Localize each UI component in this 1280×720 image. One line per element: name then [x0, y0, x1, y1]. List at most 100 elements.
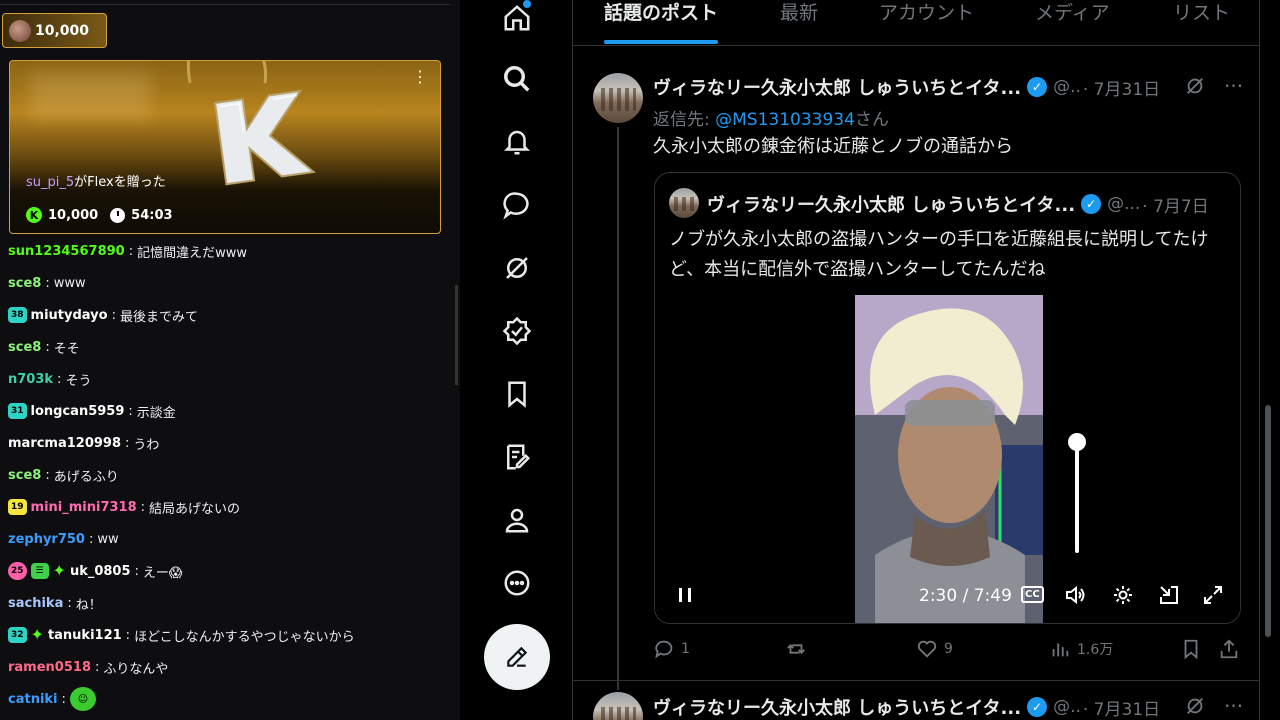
reply-icon — [655, 640, 673, 659]
more-horiz-icon[interactable]: ··· — [1224, 694, 1243, 718]
chat-text: ふりなんや — [103, 661, 169, 677]
tab-latest[interactable]: 最新 — [780, 0, 818, 46]
separator: : — [45, 339, 50, 355]
chat-message: sun1234567890: 記憶間違えだwww — [8, 235, 453, 267]
more-vert-icon[interactable]: ⋮ — [412, 69, 428, 85]
tab-media[interactable]: メディア — [1035, 0, 1110, 46]
share-button[interactable] — [1218, 638, 1240, 660]
verified-badge-icon: ✓ — [1027, 697, 1048, 717]
video-player[interactable]: 2:30 / 7:49 CC — [655, 295, 1240, 623]
chat-username[interactable]: catniki — [8, 692, 58, 707]
display-name[interactable]: ヴィラなリー久永小太郎 しゅういちとイタ... — [653, 694, 1021, 720]
display-name[interactable]: ヴィラなリー久永小太郎 しゅういちとイタ... — [653, 74, 1021, 100]
avatar — [669, 188, 699, 218]
timeline: 話題のポスト 最新 アカウント メディア リスト ヴィラなリー久永小太郎 しゅう… — [572, 0, 1260, 720]
gift-leaderboard-pill[interactable]: 10,000 — [2, 13, 107, 48]
bookmark-button[interactable] — [1180, 638, 1202, 660]
sparkle-badge-icon: ✦ — [52, 561, 66, 580]
profile-icon[interactable] — [499, 502, 535, 538]
emote-icon: ☺ — [69, 687, 96, 711]
search-icon[interactable] — [499, 61, 535, 97]
compose-button[interactable] — [484, 624, 550, 690]
handle[interactable]: @.. — [1053, 697, 1081, 717]
subscriber-badge: 31 — [8, 403, 27, 419]
grok-icon[interactable] — [1184, 695, 1206, 717]
post-header-icons: ··· — [1184, 694, 1243, 718]
chat-username[interactable]: uk_0805 — [70, 564, 131, 579]
chat-text: ほどこしなんかするやつじゃないから — [134, 629, 355, 645]
sidebar-nav — [462, 0, 572, 720]
subscriber-badge: ☰ — [30, 563, 49, 579]
tab-bar: 話題のポスト 最新 アカウント メディア リスト — [573, 0, 1259, 46]
chat-text: ね！ — [75, 597, 102, 613]
post-date[interactable]: · 7月31日 — [1083, 695, 1160, 720]
volume-knob[interactable] — [1068, 433, 1086, 451]
chat-username[interactable]: miutydayo — [31, 308, 108, 323]
chat-panel: 10,000 ⋮ su_pi_5がFlexを贈った K 10,000 54:03… — [0, 0, 460, 720]
separator: : — [111, 307, 116, 323]
divider — [573, 680, 1259, 681]
chat-username[interactable]: n703k — [8, 372, 53, 387]
chat-username[interactable]: tanuki121 — [48, 628, 122, 643]
post-header: ヴィラなリー久永小太郎 しゅういちとイタ... ✓ @.. · 7月31日 — [653, 694, 1160, 720]
views-button[interactable]: 1.6万 — [1049, 638, 1113, 660]
volume-button[interactable] — [1063, 583, 1087, 607]
chat-username[interactable]: sun1234567890 — [8, 244, 125, 259]
gift-user[interactable]: su_pi_5 — [26, 175, 74, 190]
chat-message: sce8: あげるふり — [8, 459, 453, 491]
page-scrollbar[interactable] — [1265, 405, 1271, 637]
chat-username[interactable]: mini_mini7318 — [31, 500, 137, 515]
verified-check-icon[interactable] — [499, 313, 535, 349]
chat-message: ramen0518: ふりなんや — [8, 651, 453, 683]
video-controls: 2:30 / 7:49 CC — [655, 577, 1240, 617]
chat-text: えー😱 — [142, 565, 183, 581]
separator: : — [94, 659, 100, 675]
grok-icon[interactable] — [1184, 75, 1206, 97]
chat-scrollbar[interactable] — [455, 285, 458, 385]
chat-username[interactable]: marcma120998 — [8, 436, 121, 451]
avatar[interactable] — [593, 692, 643, 720]
gift-line: su_pi_5がFlexを贈った — [26, 171, 166, 190]
reply-handle[interactable]: @MS131033934 — [715, 110, 855, 130]
chat-username[interactable]: longcan5959 — [31, 404, 125, 419]
lists-icon[interactable] — [499, 439, 535, 475]
chat-message: 38 miutydayo: 最後までみて — [8, 299, 453, 331]
chat-username[interactable]: sce8 — [8, 468, 41, 483]
settings-button[interactable] — [1111, 583, 1135, 607]
chat-bubble-icon[interactable] — [499, 187, 535, 223]
post-date[interactable]: · 7月31日 — [1083, 75, 1160, 100]
separator: : — [125, 435, 130, 451]
chat-message: catniki: ☺ — [8, 683, 453, 715]
avatar[interactable] — [593, 73, 643, 123]
pause-icon — [679, 588, 691, 602]
grok-icon[interactable] — [499, 250, 535, 286]
like-button[interactable]: 9 — [916, 638, 953, 660]
sparkle-badge-icon: ✦ — [30, 625, 44, 644]
more-horiz-icon[interactable]: ··· — [1224, 74, 1243, 98]
repost-button[interactable] — [785, 638, 813, 660]
card-highlight — [30, 71, 150, 121]
bell-icon[interactable] — [499, 124, 535, 160]
tab-lists[interactable]: リスト — [1173, 0, 1230, 46]
clock-icon — [110, 207, 126, 223]
separator: : — [61, 691, 66, 707]
pause-button[interactable] — [673, 583, 697, 607]
reply-count: 1 — [681, 641, 690, 657]
fullscreen-button[interactable] — [1201, 583, 1225, 607]
chat-username[interactable]: sce8 — [8, 276, 41, 291]
volume-slider[interactable] — [1075, 443, 1079, 553]
more-circle-icon[interactable] — [499, 565, 535, 601]
post-text: 久永小太郎の錬金術は近藤とノブの通話から — [653, 136, 1013, 157]
handle[interactable]: @.. — [1053, 77, 1081, 97]
chat-username[interactable]: zephyr750 — [8, 532, 85, 547]
captions-button[interactable]: CC — [1021, 586, 1044, 603]
chat-username[interactable]: ramen0518 — [8, 660, 91, 675]
reply-button[interactable]: 1 — [653, 638, 690, 660]
quoted-post[interactable]: ヴィラなリー久永小太郎 しゅういちとイタ... ✓ @... · 7月7日 ノブ… — [654, 172, 1241, 624]
chat-username[interactable]: sachika — [8, 596, 63, 611]
chat-username[interactable]: sce8 — [8, 340, 41, 355]
tab-accounts[interactable]: アカウント — [879, 0, 974, 46]
pip-button[interactable] — [1157, 583, 1181, 607]
bookmark-icon[interactable] — [499, 376, 535, 412]
home-icon[interactable] — [499, 0, 535, 36]
